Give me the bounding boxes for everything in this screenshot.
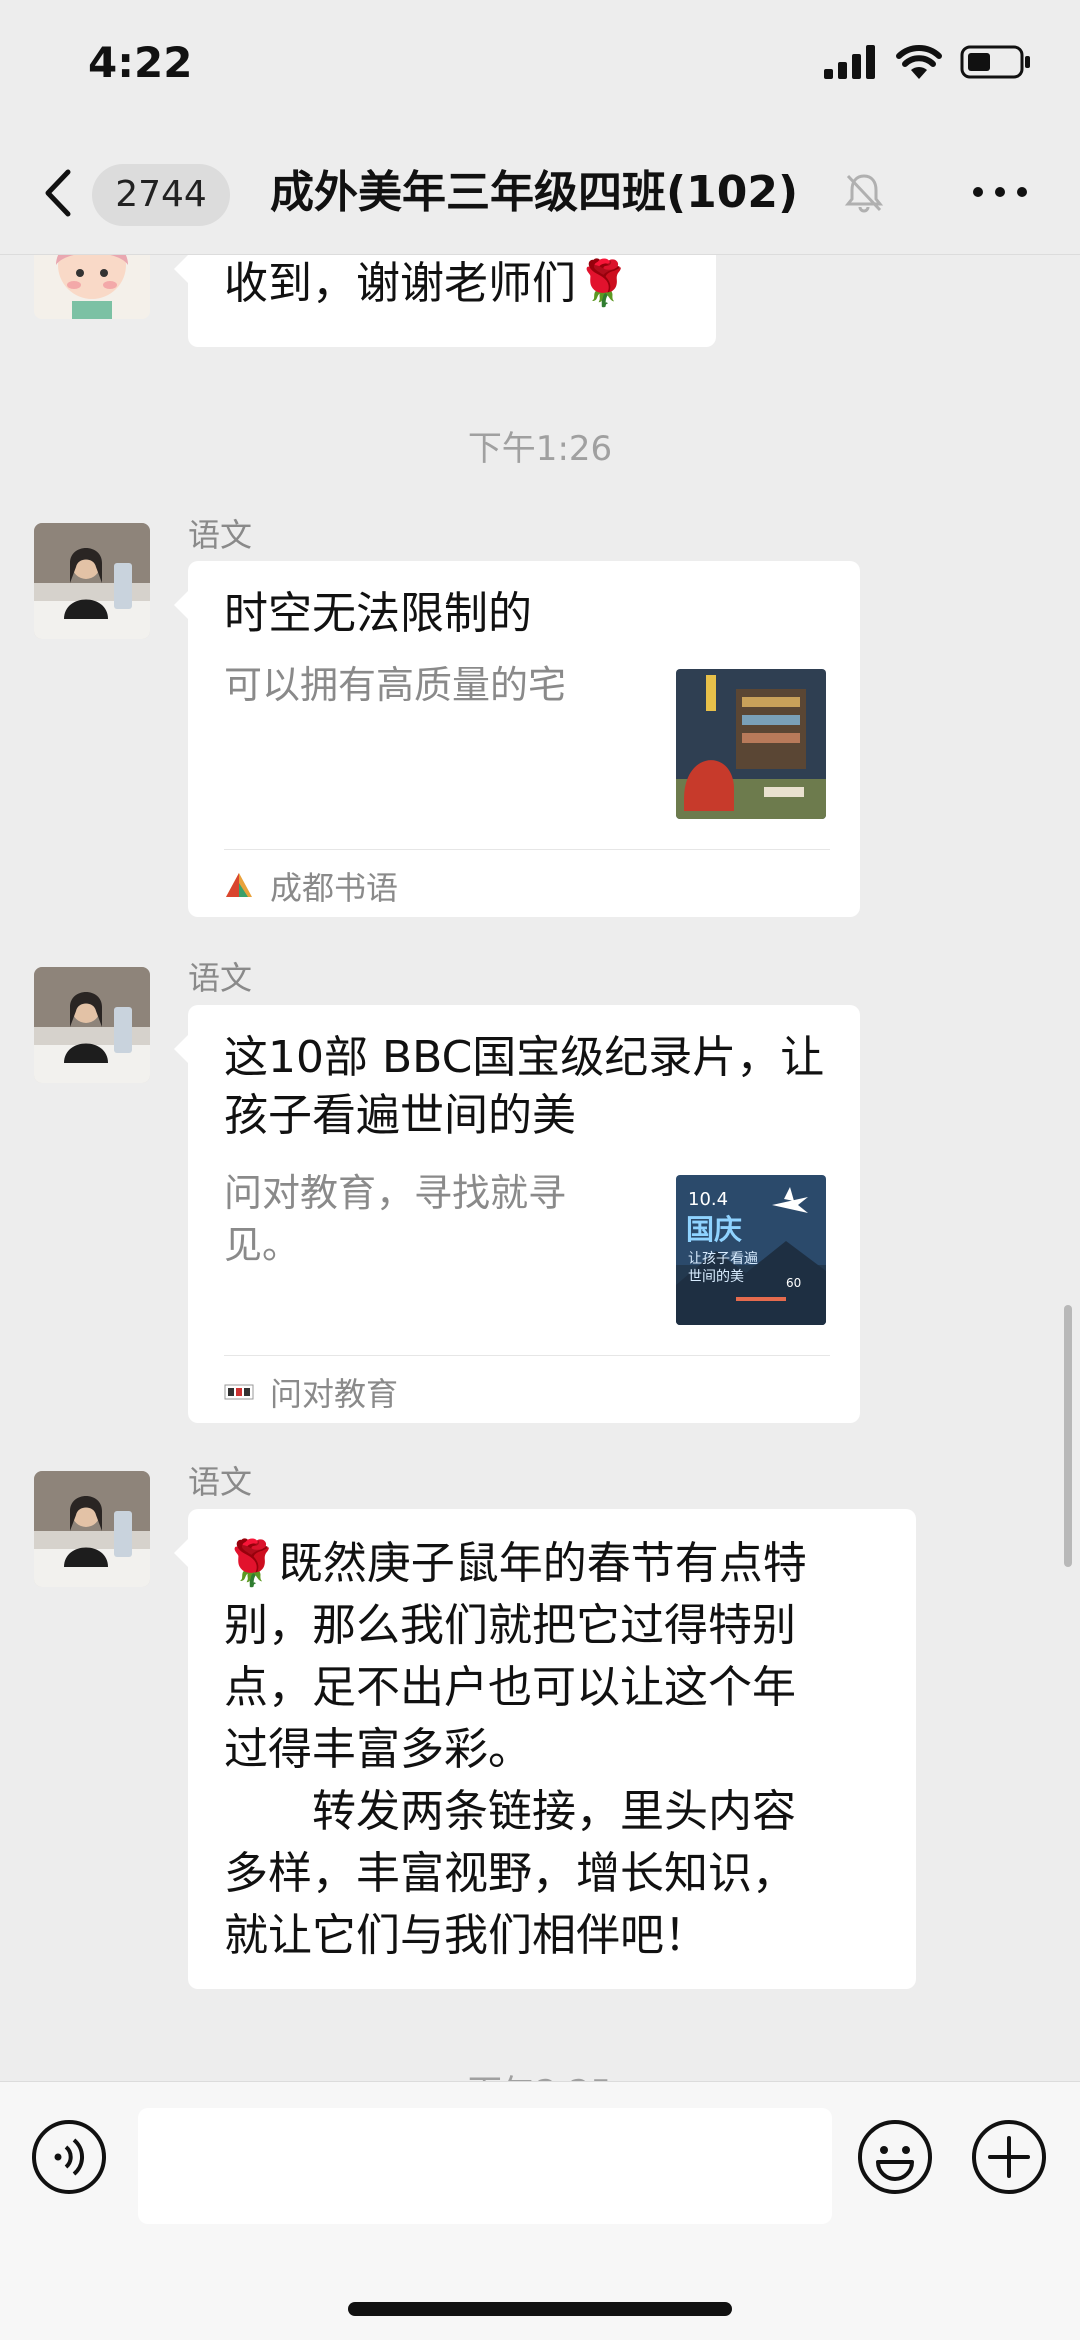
avatar[interactable]	[34, 1471, 150, 1587]
more-options-icon[interactable]	[970, 178, 1030, 206]
sender-name: 语文	[188, 959, 253, 997]
teacher-photo-avatar-icon	[34, 967, 150, 1083]
battery-icon	[960, 45, 1030, 79]
message-line: 转发两条链接，里头内容	[224, 1786, 796, 1837]
link-title: 时空无法限制的	[224, 588, 532, 639]
home-indicator	[348, 2302, 732, 2316]
chengdu-shuyu-logo-icon	[226, 873, 252, 897]
teacher-photo-avatar-icon	[34, 1471, 150, 1587]
message-bubble[interactable]: 🌹既然庚子鼠年的春节有点特 别，那么我们就把它过得特别 点，足不出户也可以让这个…	[174, 1509, 916, 1989]
link-source-name: 问对教育	[270, 1375, 399, 1413]
message-text: 🌹既然庚子鼠年的春节有点特 别，那么我们就把它过得特别 点，足不出户也可以让这个…	[224, 1533, 892, 1967]
chat-header: 2744 成外美年三年级四班(102)	[0, 130, 1080, 255]
link-description: 可以拥有高质量的宅	[224, 663, 567, 707]
back-icon[interactable]	[40, 166, 76, 220]
signal-icon	[824, 45, 875, 79]
emoji-icon[interactable]	[856, 2118, 934, 2196]
link-thumbnail	[676, 669, 826, 819]
voice-input-icon[interactable]	[30, 2118, 108, 2196]
reading-room-thumbnail-icon	[676, 669, 826, 819]
message-bubble[interactable]: 收到，谢谢老师们🌹	[174, 255, 716, 347]
unread-count-badge[interactable]: 2744	[92, 164, 230, 226]
avatar[interactable]	[34, 967, 150, 1083]
timestamp: 下午2:25	[0, 2065, 1080, 2081]
status-icons	[824, 44, 1032, 80]
sender-name: 语文	[188, 1463, 253, 1501]
thumb-small-number: 60	[786, 1276, 801, 1290]
wifi-icon	[896, 45, 942, 79]
wendui-logo-icon	[224, 1384, 254, 1400]
link-card[interactable]: 时空无法限制的 可以拥有高质量的宅 成都书语	[174, 561, 860, 917]
message-input[interactable]	[138, 2108, 832, 2224]
message-line: 别，那么我们就把它过得特别	[224, 1600, 796, 1651]
bbc-documentary-thumbnail-icon: 10.4 国庆 让孩子看遍 世间的美 60	[676, 1175, 826, 1325]
divider	[224, 1355, 830, 1356]
input-bar	[0, 2081, 1080, 2340]
thumb-big-text: 国庆	[686, 1213, 742, 1246]
link-source-name: 成都书语	[270, 869, 399, 907]
message-list[interactable]: 收到，谢谢老师们🌹 下午1:26 语文 时空无法限制的 可以拥有高质量的宅 成都…	[0, 255, 1080, 2081]
plus-icon[interactable]	[970, 2118, 1048, 2196]
link-card[interactable]: 这10部 BBC国宝级纪录片，让孩子看遍世间的美 问对教育，寻找就寻见。 10.…	[174, 1005, 860, 1423]
thumb-line1: 让孩子看遍	[688, 1251, 758, 1267]
scrollbar[interactable]	[1064, 1305, 1072, 1567]
thumb-number: 10.4	[688, 1189, 728, 1210]
message-line: 多样，丰富视野，增长知识，	[224, 1848, 796, 1899]
sender-name: 语文	[188, 516, 253, 554]
message-line: 过得丰富多彩。	[224, 1724, 532, 1775]
thumb-line2: 世间的美	[688, 1269, 744, 1285]
message-line: 点，足不出户也可以让这个年	[224, 1662, 796, 1713]
divider	[224, 849, 830, 850]
mute-bell-icon	[844, 174, 884, 213]
cartoon-girl-avatar-icon	[34, 255, 150, 319]
link-source: 成都书语	[224, 863, 398, 909]
status-bar: 4:22	[0, 0, 1080, 130]
avatar[interactable]	[34, 255, 150, 319]
link-thumbnail: 10.4 国庆 让孩子看遍 世间的美 60	[676, 1175, 826, 1325]
message-line: 就让它们与我们相伴吧！	[224, 1910, 708, 1961]
teacher-photo-avatar-icon	[34, 523, 150, 639]
link-title: 这10部 BBC国宝级纪录片，让孩子看遍世间的美	[224, 1032, 825, 1141]
message-line: 🌹既然庚子鼠年的春节有点特	[224, 1538, 807, 1589]
link-description: 问对教育，寻找就寻见。	[224, 1171, 567, 1267]
message-text: 收到，谢谢老师们🌹	[224, 258, 631, 309]
link-source: 问对教育	[224, 1369, 398, 1415]
timestamp: 下午1:26	[467, 429, 613, 469]
status-time: 4:22	[88, 38, 193, 87]
chat-title: 成外美年三年级四班(102)	[270, 167, 799, 218]
avatar[interactable]	[34, 523, 150, 639]
